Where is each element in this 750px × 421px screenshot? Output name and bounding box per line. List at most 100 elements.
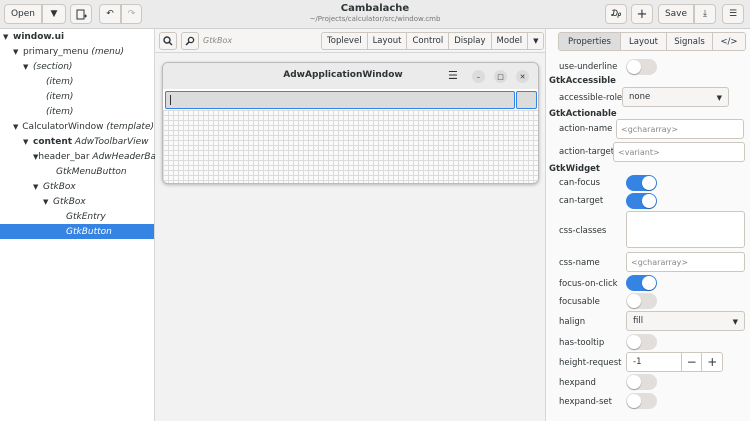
css-classes-field[interactable] <box>626 211 745 248</box>
redo-button[interactable]: ↷ <box>121 4 142 24</box>
hexpand-toggle[interactable] <box>626 374 657 390</box>
properties-tabs: Properties Layout Signals </> <box>558 32 746 51</box>
css-name-field[interactable]: <gchararray> <box>626 252 745 272</box>
prop-action-name-label: action-name <box>559 124 613 134</box>
tab-signals[interactable]: Signals <box>667 33 713 50</box>
workspace-toolbar: GtkBox Toplevel Layout Control Display M… <box>155 29 545 53</box>
tree-row[interactable]: (item) <box>0 104 154 119</box>
can-focus-toggle[interactable] <box>626 175 657 191</box>
tab-layout[interactable]: Layout <box>367 33 408 49</box>
tree-row[interactable]: (item) <box>0 74 154 89</box>
focusable-toggle[interactable] <box>626 293 657 309</box>
expander-icon[interactable]: ▼ <box>33 183 43 191</box>
inspect-button[interactable] <box>181 32 199 50</box>
accessible-role-combo[interactable]: none ▼ <box>622 87 729 107</box>
hamburger-icon[interactable]: ☰ <box>448 69 458 82</box>
expander-icon[interactable]: ▼ <box>23 138 33 146</box>
section-gtkwidget: GtkWidget <box>549 164 600 174</box>
minimize-button[interactable]: – <box>472 70 485 83</box>
close-icon: ✕ <box>519 72 526 81</box>
use-underline-toggle[interactable] <box>626 59 657 75</box>
prop-can-target-label: can-target <box>559 196 604 206</box>
tree-row[interactable]: (item) <box>0 89 154 104</box>
tree-row[interactable]: ▼ GtkBox <box>0 194 154 209</box>
action-name-field[interactable]: <gchararray> <box>616 119 744 139</box>
preview-window[interactable]: AdwApplicationWindow ☰ – □ ✕ <box>162 62 539 184</box>
prop-can-focus-label: can-focus <box>559 178 601 188</box>
tree-row[interactable]: GtkEntry <box>0 209 154 224</box>
minimize-icon: – <box>476 72 481 81</box>
preview-window-title: AdwApplicationWindow <box>283 70 403 80</box>
tree-row[interactable]: ▼ primary_menu (menu) <box>0 44 154 59</box>
inspect-icon <box>185 36 195 46</box>
widget-category-tabs: Toplevel Layout Control Display Model ▼ <box>321 32 545 50</box>
preview-empty-area <box>163 110 538 183</box>
expander-icon[interactable]: ▼ <box>23 63 33 71</box>
height-request-value[interactable]: -1 <box>627 357 681 367</box>
maximize-icon: □ <box>497 72 504 81</box>
section-gtkactionable: GtkActionable <box>549 109 617 119</box>
can-target-toggle[interactable] <box>626 193 657 209</box>
prop-css-name-label: css-name <box>559 258 600 268</box>
action-target-field[interactable]: <variant> <box>613 142 745 162</box>
tree-row[interactable]: ▼ header_bar AdwHeaderBar <box>0 149 160 164</box>
expander-icon[interactable]: ▼ <box>3 33 13 41</box>
new-ui-icon <box>76 9 87 19</box>
close-button[interactable]: ✕ <box>516 70 529 83</box>
prop-height-request-label: height-request <box>559 358 622 368</box>
focus-on-click-toggle[interactable] <box>626 275 657 291</box>
clear-button[interactable]: ₯ <box>605 4 627 24</box>
prop-hexpand-label: hexpand <box>559 378 596 388</box>
prop-css-classes-label: css-classes <box>559 226 607 236</box>
main-menu-button[interactable]: ☰ <box>722 4 744 24</box>
has-tooltip-toggle[interactable] <box>626 334 657 350</box>
new-ui-button[interactable] <box>70 4 92 24</box>
hexpand-set-toggle[interactable] <box>626 393 657 409</box>
prop-focusable-label: focusable <box>559 297 600 307</box>
height-request-spin[interactable]: -1 − + <box>626 352 723 372</box>
hamburger-icon: ☰ <box>728 9 738 19</box>
section-gtkaccessible: GtkAccessible <box>549 76 616 86</box>
preview-entry[interactable] <box>165 91 515 109</box>
tab-model[interactable]: Model <box>491 33 529 49</box>
export-button[interactable]: ⤓ <box>694 4 716 24</box>
prop-hexpand-set-label: hexpand-set <box>559 397 612 407</box>
tree-row[interactable]: ▼ window.ui <box>0 29 154 44</box>
chevron-down-icon: ▼ <box>50 9 58 19</box>
prop-action-target-label: action-target <box>559 147 615 157</box>
tree-row[interactable]: GtkMenuButton <box>0 164 154 179</box>
prop-use-underline-label: use-underline <box>559 62 618 72</box>
open-button[interactable]: Open <box>4 4 42 24</box>
maximize-button[interactable]: □ <box>494 70 507 83</box>
download-icon: ⤓ <box>703 9 707 19</box>
tab-layout-props[interactable]: Layout <box>621 33 667 50</box>
tree-row[interactable]: ▼ content AdwToolbarView <box>0 134 154 149</box>
expander-icon[interactable]: ▼ <box>43 198 53 206</box>
tab-properties[interactable]: Properties <box>559 33 621 50</box>
preview-button[interactable] <box>516 91 537 109</box>
redo-icon: ↷ <box>127 9 136 19</box>
search-button[interactable] <box>159 32 177 50</box>
prop-halign-label: halign <box>559 317 586 327</box>
preview-header-bar: AdwApplicationWindow ☰ – □ ✕ <box>163 63 538 89</box>
add-button[interactable]: + <box>631 4 653 24</box>
tree-row[interactable]: ▼ CalculatorWindow (template) <box>0 119 154 134</box>
tab-control[interactable]: Control <box>407 33 450 49</box>
undo-button[interactable]: ↶ <box>99 4 121 24</box>
expander-icon[interactable]: ▼ <box>13 123 22 131</box>
tree-row-selected[interactable]: GtkButton <box>0 224 154 239</box>
tab-display[interactable]: Display <box>449 33 492 49</box>
tab-toplevel[interactable]: Toplevel <box>322 33 368 49</box>
expander-icon[interactable]: ▼ <box>13 48 23 56</box>
open-menu-button[interactable]: ▼ <box>42 4 66 24</box>
tree-row[interactable]: ▼ (section) <box>0 59 154 74</box>
plus-icon: + <box>636 6 648 22</box>
save-button[interactable]: Save <box>658 4 694 24</box>
minus-icon[interactable]: − <box>680 353 702 371</box>
tree-row[interactable]: ▼ GtkBox <box>0 179 154 194</box>
tab-source[interactable]: </> <box>713 33 745 50</box>
more-icon[interactable]: ▼ <box>528 33 544 49</box>
halign-combo[interactable]: fill ▼ <box>626 311 745 331</box>
plus-icon[interactable]: + <box>701 353 722 371</box>
broom-icon: ₯ <box>610 9 622 19</box>
